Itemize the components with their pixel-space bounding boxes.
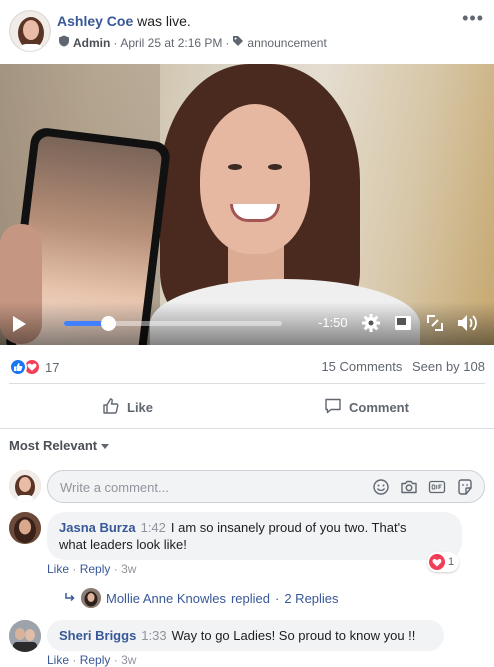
- like-button[interactable]: Like: [102, 387, 153, 427]
- reaction-count: 17: [45, 359, 60, 375]
- more-options-icon[interactable]: •••: [462, 8, 484, 29]
- post-tag[interactable]: announcement: [247, 36, 326, 50]
- post-stats: 17 15 Comments Seen by 108: [9, 350, 485, 384]
- commenter-avatar[interactable]: [9, 512, 41, 544]
- gif-icon[interactable]: [428, 478, 446, 499]
- comment-sort-dropdown[interactable]: Most Relevant: [9, 438, 110, 453]
- comment-text: I am so insanely proud of you two. That'…: [170, 520, 407, 535]
- like-reaction-icon: [9, 358, 27, 376]
- like-label: Like: [127, 399, 154, 415]
- caret-down-icon: [101, 444, 110, 450]
- comment-bubble-icon: [324, 397, 342, 418]
- comment-bubble: Sheri Briggs 1:33 Way to go Ladies! So pro…: [47, 620, 444, 651]
- video-person-face: [200, 104, 310, 254]
- picture-in-picture-icon[interactable]: [392, 312, 414, 334]
- comment-meta: Like · Reply · 3w: [47, 562, 136, 576]
- reply-count: 2 Replies: [284, 590, 339, 606]
- dot-separator: ·: [113, 35, 118, 50]
- comment-age[interactable]: 3w: [121, 562, 136, 576]
- shield-icon: [58, 35, 70, 50]
- seen-by-count[interactable]: Seen by 108: [412, 359, 485, 374]
- comment-meta: Like · Reply · 3w: [47, 653, 136, 667]
- replier-avatar: [81, 588, 101, 608]
- comment-like-link[interactable]: Like: [47, 653, 69, 667]
- post-header: Ashley Coe was live. Admin · April 25 at…: [0, 0, 494, 64]
- author-name[interactable]: Ashley Coe: [57, 13, 133, 29]
- post-actions: Like Comment: [0, 387, 494, 427]
- meta-separator: ·: [72, 562, 80, 576]
- comment-reaction-count: 1: [448, 556, 455, 568]
- play-icon[interactable]: [13, 316, 26, 332]
- settings-gear-icon[interactable]: [360, 312, 382, 334]
- admin-badge: Admin: [73, 35, 111, 50]
- fullscreen-icon[interactable]: [424, 312, 446, 334]
- meta-separator: ·: [113, 562, 122, 576]
- post-verb: was live.: [137, 13, 191, 29]
- seek-bar[interactable]: [64, 316, 282, 331]
- tag-icon: [232, 35, 244, 50]
- view-replies-link[interactable]: Mollie Anne Knowles replied · 2 Replies: [64, 588, 339, 608]
- volume-icon[interactable]: [456, 312, 478, 334]
- meta-separator: ·: [72, 653, 80, 667]
- dot-separator: ·: [225, 35, 230, 50]
- love-reaction-icon: [429, 554, 445, 570]
- comment-reaction[interactable]: 1: [427, 552, 460, 572]
- video-controls: -1:50: [0, 302, 494, 345]
- comment-count[interactable]: 15 Comments: [321, 359, 402, 374]
- comment-video-time[interactable]: 1:42: [141, 520, 166, 535]
- camera-icon[interactable]: [400, 478, 418, 499]
- comment-text-line2: what leaders look like!: [59, 537, 187, 552]
- commenter-name[interactable]: Sheri Briggs: [59, 628, 136, 643]
- comment-video-time[interactable]: 1:33: [141, 628, 166, 643]
- post-timestamp[interactable]: April 25 at 2:16 PM: [120, 36, 222, 50]
- commenter-avatar[interactable]: [9, 620, 41, 652]
- comment-text: Way to go Ladies! So proud to know you !…: [171, 628, 416, 643]
- replied-label: replied: [230, 590, 270, 606]
- comment-button[interactable]: Comment: [324, 387, 409, 427]
- meta-separator: ·: [113, 653, 122, 667]
- meta-separator: ·: [275, 590, 280, 606]
- sort-label: Most Relevant: [9, 438, 98, 453]
- comment-reply-link[interactable]: Reply: [80, 653, 111, 667]
- sticker-icon[interactable]: [456, 478, 474, 499]
- time-remaining: -1:50: [318, 315, 348, 330]
- seek-handle[interactable]: [100, 316, 116, 331]
- comment-age[interactable]: 3w: [121, 653, 136, 667]
- thumbs-up-icon: [102, 397, 120, 418]
- reaction-summary[interactable]: 17: [9, 358, 59, 376]
- emoji-icon[interactable]: [372, 478, 390, 499]
- video-eye: [228, 164, 242, 170]
- commenter-name[interactable]: Jasna Burza: [59, 520, 136, 535]
- comment-label: Comment: [349, 399, 409, 415]
- comment-input[interactable]: Write a comment...: [47, 470, 485, 503]
- comment-input-placeholder: Write a comment...: [60, 480, 169, 495]
- author-avatar[interactable]: [9, 10, 51, 52]
- reply-arrow-icon: [64, 592, 76, 604]
- replier-name: Mollie Anne Knowles: [106, 590, 226, 606]
- section-divider: [0, 428, 494, 429]
- comment-bubble: Jasna Burza 1:42 I am so insanely proud of…: [47, 512, 462, 560]
- comment-reply-link[interactable]: Reply: [80, 562, 111, 576]
- current-user-avatar[interactable]: [9, 470, 41, 502]
- video-eye: [268, 164, 282, 170]
- comment-like-link[interactable]: Like: [47, 562, 69, 576]
